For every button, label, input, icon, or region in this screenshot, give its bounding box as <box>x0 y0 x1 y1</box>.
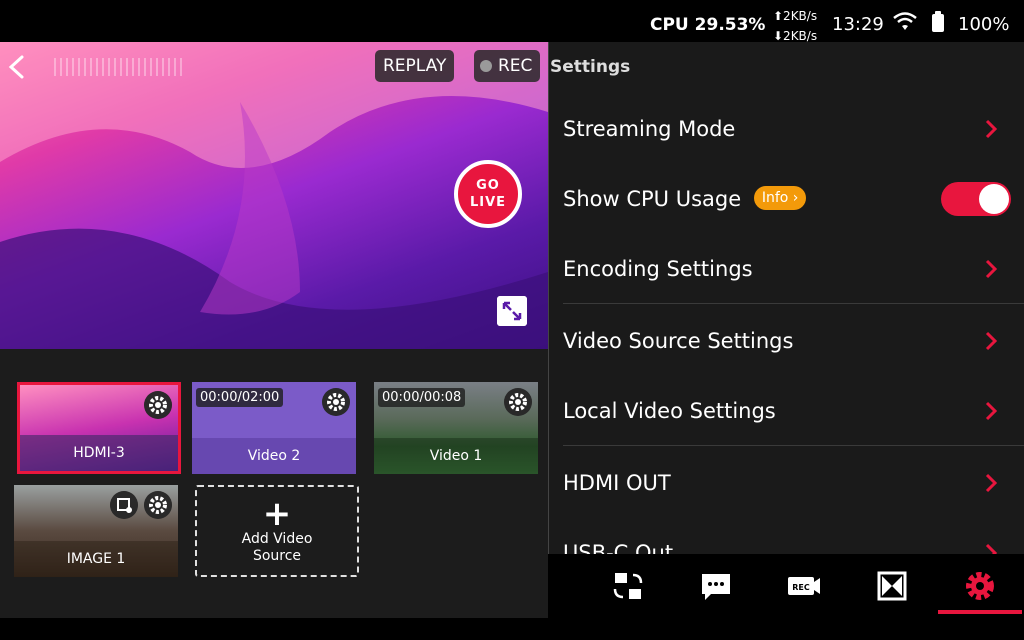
chevron-right-icon <box>985 543 997 554</box>
upload-speed: ⬆2KB/s <box>773 9 818 23</box>
rec-button[interactable]: REC <box>474 50 541 82</box>
video-time: 00:00/02:00 <box>196 388 284 407</box>
rec-icon: REC <box>788 577 820 595</box>
video-time: 00:00/00:08 <box>378 388 466 407</box>
audio-level-meter <box>54 58 184 76</box>
rec-label: REC <box>498 56 533 76</box>
source-tile-image-1[interactable]: IMAGE 1 <box>14 485 178 577</box>
plus-icon: + <box>262 494 292 534</box>
rec-tab[interactable]: REC <box>774 554 834 618</box>
gear-icon[interactable] <box>144 491 172 519</box>
chevron-right-icon <box>985 331 997 351</box>
row-label: HDMI OUT <box>563 471 671 495</box>
toggle-knob <box>979 184 1009 214</box>
chevron-right-icon <box>985 259 997 279</box>
add-source-line2: Source <box>252 548 302 564</box>
row-label: Show CPU Usage <box>563 187 742 211</box>
settings-tab[interactable] <box>938 554 1022 618</box>
source-label: IMAGE 1 <box>14 541 178 577</box>
row-label: Video Source Settings <box>563 329 794 353</box>
info-badge[interactable]: Info › <box>753 186 807 210</box>
source-label: Video 1 <box>374 438 538 474</box>
settings-row-show-cpu-usage: Show CPU Usage Info › <box>563 164 1011 234</box>
rec-dot-icon <box>480 60 492 72</box>
row-label: USB-C Out <box>563 541 674 554</box>
image-settings-icon[interactable] <box>110 491 138 519</box>
clock: 13:29 <box>832 14 884 35</box>
divider <box>563 445 1024 446</box>
source-label: HDMI-3 <box>20 435 178 471</box>
row-label: Streaming Mode <box>563 117 736 141</box>
divider <box>563 303 1024 304</box>
cpu-usage-toggle[interactable] <box>941 182 1011 216</box>
wifi-icon <box>893 12 917 30</box>
settings-panel: Settings Streaming Mode Show CPU Usage I… <box>548 42 1024 554</box>
svg-text:REC: REC <box>792 583 810 592</box>
switch-camera-tab[interactable] <box>598 554 658 618</box>
row-label: Local Video Settings <box>563 399 776 423</box>
bottom-strip <box>0 618 1024 640</box>
source-tile-hdmi[interactable]: HDMI-3 <box>17 382 181 474</box>
settings-header: Settings <box>550 57 631 77</box>
source-tile-video-1[interactable]: 00:00/00:08 Video 1 <box>374 382 538 474</box>
source-tile-video-2[interactable]: 00:00/02:00 Video 2 <box>192 382 356 474</box>
live-preview[interactable]: REPLAY REC GO LIVE <box>0 42 548 349</box>
go-live-line1: GO <box>476 178 500 193</box>
source-label: Video 2 <box>192 438 356 474</box>
add-source-line1: Add Video <box>241 531 313 547</box>
settings-row-video-source-settings[interactable]: Video Source Settings <box>563 306 1011 376</box>
chat-icon <box>702 574 730 600</box>
bottom-nav: REC <box>548 554 1024 618</box>
gear-icon[interactable] <box>322 388 350 416</box>
gear-icon <box>966 572 994 600</box>
settings-row-streaming-mode[interactable]: Streaming Mode <box>563 94 1011 164</box>
chevron-right-icon <box>985 401 997 421</box>
chevron-right-icon <box>985 119 997 139</box>
replay-button[interactable]: REPLAY <box>375 50 455 82</box>
battery-percent: 100% <box>958 14 1010 35</box>
row-label: Encoding Settings <box>563 257 753 281</box>
settings-row-hdmi-out[interactable]: HDMI OUT <box>563 448 1011 518</box>
go-live-button[interactable]: GO LIVE <box>454 160 522 228</box>
battery-icon <box>932 11 944 32</box>
gear-icon[interactable] <box>504 388 532 416</box>
gear-icon[interactable] <box>144 391 172 419</box>
add-video-source-button[interactable]: + Add Video Source <box>195 485 359 577</box>
layout-icon <box>877 571 907 601</box>
settings-row-local-video-settings[interactable]: Local Video Settings <box>563 376 1024 446</box>
switch-camera-icon <box>613 573 643 599</box>
left-panel: REPLAY REC GO LIVE HDMI-3 00:00/02:00 Vi <box>0 42 548 618</box>
settings-row-encoding-settings[interactable]: Encoding Settings <box>563 234 1024 304</box>
status-bar: CPU 29.53% ⬆2KB/s ⬇2KB/s 13:29 100% <box>0 0 1024 44</box>
go-live-line2: LIVE <box>469 195 507 210</box>
settings-row-usb-c-out[interactable]: USB-C Out <box>563 518 1011 554</box>
chat-tab[interactable] <box>686 554 746 618</box>
chevron-right-icon <box>985 473 997 493</box>
cpu-usage: CPU 29.53% <box>650 15 766 35</box>
back-icon[interactable] <box>6 54 28 80</box>
fullscreen-icon[interactable] <box>497 296 527 326</box>
layout-tab[interactable] <box>862 554 922 618</box>
network-speed: ⬆2KB/s ⬇2KB/s <box>773 6 817 46</box>
